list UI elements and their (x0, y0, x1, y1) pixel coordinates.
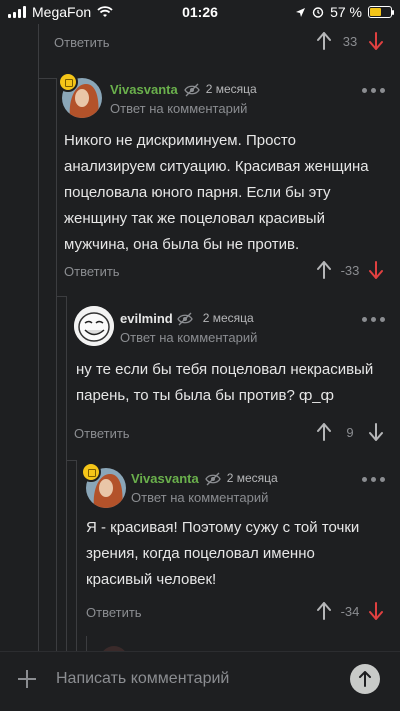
comment-line: зрения, когда поцеловал именно (86, 545, 315, 562)
thread-branch (38, 78, 56, 79)
downvote-icon[interactable] (368, 32, 384, 50)
rating-value: 9 (346, 424, 354, 440)
arrow-up-icon (359, 671, 371, 687)
rating-value: -34 (340, 603, 360, 619)
rating-control: 33 (316, 32, 384, 50)
upvote-icon[interactable] (316, 423, 332, 441)
reply-button[interactable]: Ответить (54, 35, 110, 50)
status-bar: MegaFon 01:26 57 % (0, 0, 400, 24)
comment-actions: Ответить (74, 421, 130, 445)
upvote-icon[interactable] (316, 32, 332, 50)
thread-branch (66, 460, 76, 461)
battery-percent: 57 % (330, 4, 362, 20)
location-arrow-icon (296, 7, 306, 17)
comment-text: ну те если бы тебя поцеловал некрасивый … (76, 357, 394, 409)
thread-line (38, 24, 39, 654)
comment-header: evilmind 2 месяца (120, 311, 254, 326)
comment-line: поцеловала юного парня. Если бы эту (64, 184, 331, 201)
avatar[interactable] (74, 306, 114, 346)
author-name[interactable]: evilmind (120, 311, 173, 326)
reply-button[interactable]: Ответить (64, 264, 120, 279)
comment-line: Я - красивая! Поэтому сужу с той точки (86, 519, 360, 536)
comment-text: Никого не дискриминуем. Просто анализиру… (64, 128, 394, 258)
comment-time: 2 месяца (205, 82, 257, 96)
comment-compose-bar (0, 651, 400, 711)
send-button[interactable] (350, 664, 380, 694)
reply-button[interactable]: Ответить (74, 426, 130, 441)
more-options-icon[interactable] (362, 88, 385, 93)
comment-line: анализируем ситуацию. Красивая женщина (64, 158, 369, 175)
comment-line: женщину так же поцеловал красивый (64, 210, 325, 227)
hidden-eye-icon (204, 472, 221, 486)
hidden-eye-icon (183, 83, 200, 97)
author-name[interactable]: Vivasvanta (110, 82, 178, 97)
reply-to-link[interactable]: Ответ на комментарий (120, 330, 257, 345)
thread-line (56, 78, 57, 654)
achievement-badge-icon (81, 462, 101, 482)
comment-actions: Ответить (64, 259, 120, 283)
comment-text: Я - красивая! Поэтому сужу с той точки з… (86, 515, 394, 593)
downvote-icon[interactable] (368, 602, 384, 620)
comment-actions: Ответить (54, 30, 110, 54)
reply-to-link[interactable]: Ответ на комментарий (110, 101, 247, 116)
comment-actions: Ответить (86, 600, 142, 624)
rating-value: 33 (342, 33, 358, 49)
rating-value: -33 (340, 262, 360, 278)
rating-control: -34 (316, 602, 384, 620)
more-options-icon[interactable] (362, 477, 385, 482)
author-name[interactable]: Vivasvanta (131, 471, 199, 486)
reply-to-link[interactable]: Ответ на комментарий (131, 490, 268, 505)
rating-control: -33 (316, 261, 384, 279)
comment-line: мужчина, она была бы не против. (64, 236, 300, 253)
upvote-icon[interactable] (316, 261, 332, 279)
reply-button[interactable]: Ответить (86, 605, 142, 620)
add-attachment-button[interactable] (16, 668, 38, 690)
more-options-icon[interactable] (362, 317, 385, 322)
downvote-icon[interactable] (368, 423, 384, 441)
downvote-icon[interactable] (368, 261, 384, 279)
comment-header: Vivasvanta 2 месяца (131, 471, 278, 486)
comment-line: Никого не дискриминуем. Просто (64, 132, 296, 149)
comment-line: ну те если бы тебя поцеловал некрасивый (76, 361, 374, 378)
thread-line (66, 296, 67, 654)
rating-control: 9 (316, 423, 384, 441)
thread-branch (56, 296, 66, 297)
comment-header: Vivasvanta 2 месяца (110, 82, 257, 97)
thread-line (76, 460, 77, 654)
comment-line: красивый человек! (86, 571, 217, 588)
achievement-badge-icon (58, 72, 78, 92)
upvote-icon[interactable] (316, 602, 332, 620)
alarm-icon (312, 7, 324, 18)
battery-level (370, 8, 382, 16)
comment-time: 2 месяца (226, 471, 278, 485)
battery-icon (368, 6, 394, 18)
comment-input[interactable] (56, 664, 326, 694)
comment-line: парень, то ты была бы против? ȹ_ȹ (76, 387, 334, 404)
comment-time: 2 месяца (202, 311, 254, 325)
hidden-eye-icon (176, 312, 193, 326)
